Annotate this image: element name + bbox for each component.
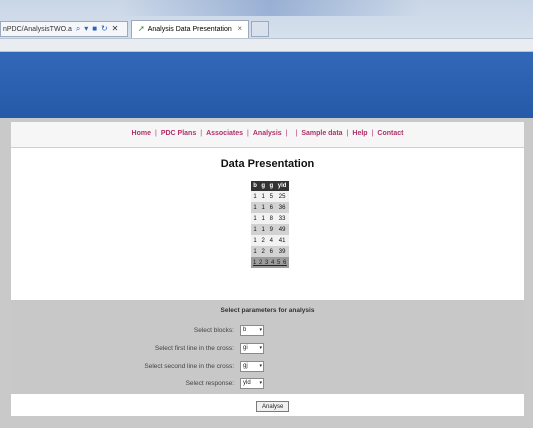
table-cell: 2 [259,235,268,246]
table-cell: 1 [259,202,268,213]
nav-separator: | [200,130,203,137]
table-cell: 1 [251,213,260,224]
response-select-value: yld [243,380,251,386]
table-cell: 2 [259,246,268,257]
column-header-gi[interactable]: g [259,181,268,191]
table-cell: 1 [259,224,268,235]
browser-toolbar-strip [0,38,533,52]
second-line-select[interactable]: gj ▾ [240,361,264,372]
nav-associates[interactable]: Associates [206,130,243,137]
table-cell: 25 [275,191,289,202]
table-cell: 39 [275,246,289,257]
table-cell: 1 [251,202,260,213]
blocks-select-value: b [243,327,247,333]
table-row: 1 1 8 33 [251,213,289,224]
table-cell: 4 [267,235,276,246]
tab-close-icon[interactable]: × [237,21,242,37]
table-row: 1 2 6 39 [251,246,289,257]
site-header-banner [0,52,533,118]
column-header-b[interactable]: b [251,181,260,191]
chevron-down-icon: ▾ [259,327,262,333]
response-label: Select response: [185,380,234,387]
nav-separator: | [155,130,157,137]
table-header-row: b g g yld [251,181,289,191]
table-cell: 1 [251,235,260,246]
nav-separator: | [371,130,374,137]
table-cell: 36 [275,202,289,213]
second-line-select-value: gj [243,363,248,369]
second-line-label: Select second line in the cross: [144,363,234,370]
param-row-blocks: Select blocks: b ▾ [11,325,524,337]
table-cell: 1 [259,191,268,202]
table-pager-row: 1 2 3 4 5 6 [251,257,289,268]
table-cell: 1 [251,224,260,235]
first-line-select-value: gi [243,345,248,351]
page-title: Data Presentation [220,158,315,170]
table-cell: 9 [267,224,276,235]
first-line-label: Select first line in the cross: [154,345,234,352]
close-icon[interactable]: ✕ [110,24,119,33]
address-bar[interactable]: nPDC/AnalysisTWO.a ⌕ ▾ ■ ↻ ✕ [0,21,128,37]
nav-separator: | [247,130,249,137]
nav-sample-data[interactable]: Sample data [301,130,342,137]
table-cell: 5 [267,191,276,202]
action-footer: Analyse [11,394,524,416]
table-cell: 6 [267,202,276,213]
dropdown-icon[interactable]: ▾ [82,24,88,33]
table-cell: 6 [267,246,276,257]
browser-tab-active[interactable]: ➚ Analysis Data Presentation × [131,20,249,38]
table-row: 1 1 9 49 [251,224,289,235]
chevron-down-icon: ▾ [259,363,262,369]
stop-icon[interactable]: ■ [90,24,97,33]
address-url[interactable]: nPDC/AnalysisTWO.a [1,26,72,33]
table-row: 1 2 4 41 [251,235,289,246]
browser-chrome: nPDC/AnalysisTWO.a ⌕ ▾ ■ ↻ ✕ ➚ Analysis D… [0,0,533,52]
new-tab-button[interactable] [251,21,269,37]
param-row-response: Select response: yld ▾ [11,378,524,390]
param-row-first-line: Select first line in the cross: gi ▾ [11,343,524,355]
table-pager-links[interactable]: 1 2 3 4 5 6 [251,257,289,268]
data-table: b g g yld 1 1 5 25 1 1 6 36 1 1 8 33 1 1… [251,181,289,268]
nav-pdc-plans[interactable]: PDC Plans [161,130,196,137]
nav-contact[interactable]: Contact [377,130,403,137]
table-cell: 1 [251,191,260,202]
blocks-label: Select blocks: [193,327,234,334]
main-content: Data Presentation b g g yld 1 1 5 25 1 1… [11,148,524,300]
table-cell: 8 [267,213,276,224]
table-cell: 1 [259,213,268,224]
refresh-icon[interactable]: ↻ [99,24,108,33]
page-favicon-icon: ➚ [138,24,145,33]
nav-help[interactable]: Help [352,130,367,137]
nav-analysis[interactable]: Analysis [253,130,282,137]
table-cell: 41 [275,235,289,246]
table-cell: 33 [275,213,289,224]
nav-separator: | [346,130,349,137]
table-row: 1 1 5 25 [251,191,289,202]
column-header-gj[interactable]: g [267,181,276,191]
blocks-select[interactable]: b ▾ [240,325,264,336]
column-header-yld[interactable]: yld [275,181,289,191]
table-cell: 49 [275,224,289,235]
title-bar-glow [120,0,420,16]
search-icon[interactable]: ⌕ [74,24,80,33]
nav-separator: | [295,130,298,137]
chevron-down-icon: ▾ [259,345,262,351]
table-row: 1 1 6 36 [251,202,289,213]
chevron-down-icon: ▾ [259,380,262,386]
response-select[interactable]: yld ▾ [240,378,264,389]
nav-home[interactable]: Home [132,130,151,137]
parameters-panel: Select parameters for analysis Select bl… [11,300,524,394]
parameters-heading: Select parameters for analysis [220,307,315,314]
main-nav: Home | PDC Plans | Associates | Analysis | | Samp… [11,122,524,148]
tab-title: Analysis Data Presentation [147,26,232,33]
first-line-select[interactable]: gi ▾ [240,343,264,354]
table-cell: 1 [251,246,260,257]
nav-separator: | [285,130,288,137]
analyse-button[interactable]: Analyse [256,401,290,412]
param-row-second-line: Select second line in the cross: gj ▾ [11,361,524,373]
